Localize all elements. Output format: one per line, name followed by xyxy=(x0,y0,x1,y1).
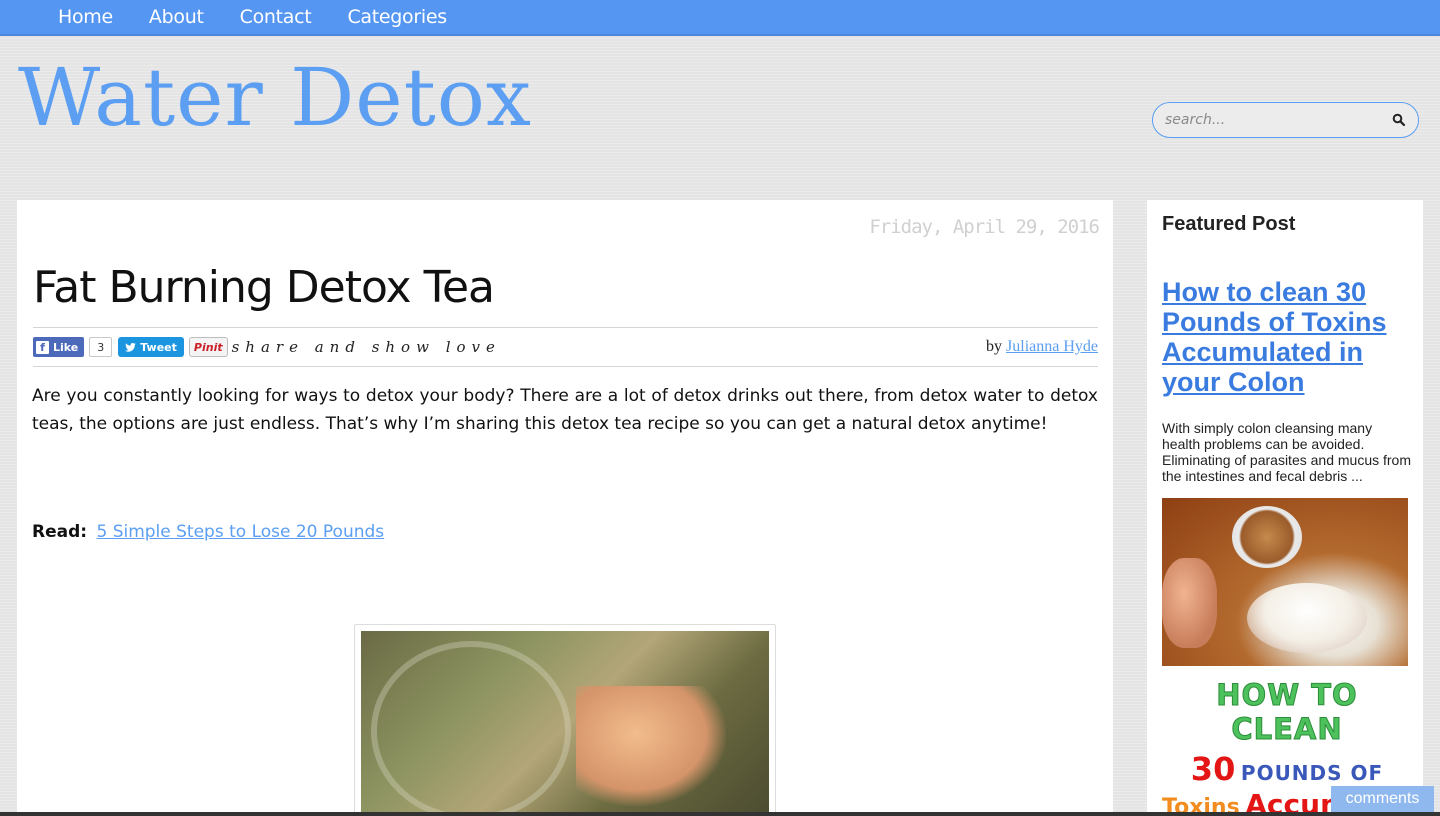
featured-post-image[interactable] xyxy=(1162,498,1408,666)
promo-pounds-of: POUNDS OF xyxy=(1240,761,1384,785)
search-icon[interactable] xyxy=(1392,113,1406,127)
facebook-like-button[interactable]: f Like xyxy=(33,337,85,357)
nav-categories-link[interactable]: Categories xyxy=(347,6,447,28)
nav-contact-link[interactable]: Contact xyxy=(240,6,312,28)
promo-line-pounds: 30 POUNDS OF xyxy=(1162,750,1412,788)
jar-rim-shape xyxy=(371,641,571,816)
nav-about-link[interactable]: About xyxy=(149,6,204,28)
post-date: Friday, April 29, 2016 xyxy=(869,216,1100,238)
featured-post-excerpt: With simply colon cleansing many health … xyxy=(1162,420,1411,484)
pinterest-pin-button[interactable]: Pinit xyxy=(188,337,228,357)
comments-tab[interactable]: comments xyxy=(1331,786,1434,812)
post-image-frame xyxy=(354,624,776,816)
hand-shape xyxy=(576,686,726,806)
finger-shape xyxy=(1162,558,1217,648)
post-image-jar[interactable] xyxy=(361,631,769,816)
like-count: 3 xyxy=(89,337,113,357)
featured-post-heading: Featured Post xyxy=(1162,213,1296,235)
read-more-link[interactable]: 5 Simple Steps to Lose 20 Pounds xyxy=(96,522,384,542)
post-intro: Are you constantly looking for ways to d… xyxy=(32,386,1098,434)
glass-bowl-shape xyxy=(1247,583,1367,653)
sidebar-featured-post: Featured Post How to clean 30 Pounds of … xyxy=(1147,200,1423,816)
share-bar: f Like 3 Tweet Pinit share and show love… xyxy=(33,327,1098,367)
top-nav: Home About Contact Categories xyxy=(0,0,1440,36)
search-box xyxy=(1152,102,1419,138)
twitter-bird-icon xyxy=(125,342,137,352)
bottom-strip xyxy=(0,812,1440,816)
measuring-spoon-shape xyxy=(1232,506,1302,568)
like-label: Like xyxy=(53,340,79,354)
post-card: Friday, April 29, 2016 Fat Burning Detox… xyxy=(17,200,1113,816)
promo-number: 30 xyxy=(1190,750,1236,788)
search-input[interactable] xyxy=(1165,112,1392,128)
promo-line-how-to-clean: HOW TO CLEAN xyxy=(1216,678,1358,747)
facebook-icon: f xyxy=(36,340,49,354)
nav-home-link[interactable]: Home xyxy=(58,6,113,28)
byline: by Julianna Hyde xyxy=(986,338,1098,356)
tweet-button[interactable]: Tweet xyxy=(118,337,184,357)
read-label: Read: xyxy=(32,522,88,542)
featured-post-title-link[interactable]: How to clean 30 Pounds of Toxins Accumul… xyxy=(1162,277,1412,397)
site-title[interactable]: Water Detox xyxy=(18,58,532,138)
author-link[interactable]: Julianna Hyde xyxy=(1006,338,1098,355)
byline-prefix: by xyxy=(986,338,1003,355)
tweet-label: Tweet xyxy=(140,340,177,354)
read-more-line: Read: 5 Simple Steps to Lose 20 Pounds xyxy=(32,522,384,542)
post-title: Fat Burning Detox Tea xyxy=(33,262,495,313)
share-tagline: share and show love xyxy=(231,338,501,356)
